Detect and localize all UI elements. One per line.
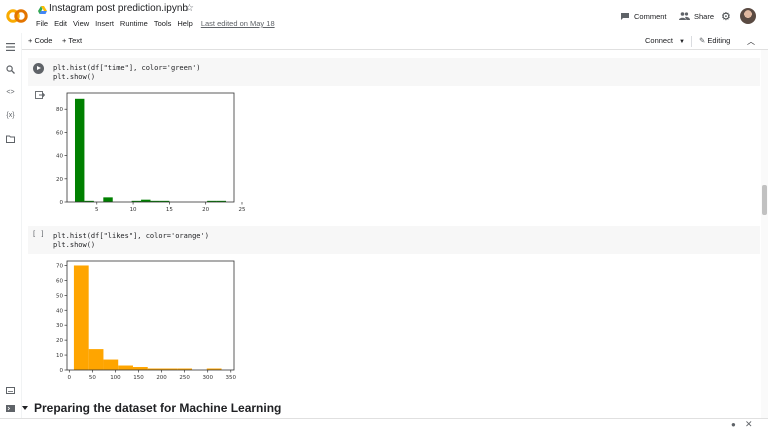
connect-label: Connect	[645, 36, 673, 45]
share-people-icon	[679, 12, 690, 20]
scrollbar-thumb[interactable]	[762, 185, 767, 215]
histogram-bar	[118, 365, 133, 370]
run-cell-button[interactable]	[33, 63, 44, 74]
output-toggle-icon[interactable]	[35, 91, 45, 101]
histogram-bar	[103, 197, 113, 202]
histogram-bar	[73, 265, 89, 370]
code-line[interactable]: plt.show()	[53, 73, 95, 82]
y-tick-label: 0	[60, 368, 64, 374]
histogram-bar	[74, 98, 85, 202]
section-title: Preparing the dataset for Machine Learni…	[34, 401, 282, 415]
menu-runtime[interactable]: Runtime	[120, 19, 148, 31]
gear-icon: ⚙	[721, 10, 731, 23]
y-tick-label: 30	[56, 323, 63, 329]
section-heading[interactable]: Preparing the dataset for Machine Learni…	[22, 400, 762, 418]
y-tick-label: 20	[56, 177, 63, 183]
folder-icon[interactable]	[5, 133, 16, 144]
menu-file[interactable]: File	[36, 19, 48, 31]
y-tick-label: 40	[56, 154, 63, 160]
comment-label: Comment	[634, 11, 667, 21]
star-icon[interactable]: ☆	[185, 3, 194, 14]
drive-icon	[38, 6, 47, 14]
x-tick-label: 300	[202, 375, 213, 381]
status-dot-icon: ●	[731, 420, 736, 429]
share-button[interactable]: Share	[679, 8, 714, 24]
search-icon[interactable]	[5, 64, 16, 75]
left-sidebar: <> {x}	[0, 33, 22, 418]
add-text-button[interactable]: + Text	[62, 36, 82, 45]
close-icon[interactable]: ✕	[745, 419, 753, 430]
add-code-button[interactable]: + Code	[28, 36, 52, 45]
histogram-bar	[88, 349, 104, 370]
x-tick-label: 150	[133, 375, 144, 381]
likes-histogram-chart: 0 50 100 150 200 250 300 350 0 10 20 30 40 50 60 70	[50, 258, 250, 383]
comment-button[interactable]: Comment	[620, 8, 667, 24]
x-tick-label: 5	[95, 207, 99, 213]
code-cell-2[interactable]: [ ] plt.hist(df["likes"], color='orange'…	[28, 226, 760, 254]
x-tick-label: 10	[130, 207, 137, 213]
cell-run-brackets[interactable]: [ ]	[32, 230, 45, 238]
pencil-icon: ✎	[699, 36, 706, 45]
code-cell-1[interactable]: plt.hist(df["time"], color='green') plt.…	[28, 58, 760, 86]
connect-button[interactable]: Connect ▼	[645, 36, 685, 45]
table-of-contents-icon[interactable]	[5, 41, 16, 52]
settings-button[interactable]: ⚙	[721, 8, 731, 24]
code-line[interactable]: plt.hist(df["time"], color='green')	[53, 64, 201, 73]
scrollbar-track[interactable]	[761, 50, 768, 418]
editing-label: Editing	[707, 36, 731, 45]
x-tick-label: 0	[68, 375, 72, 381]
y-tick-label: 50	[56, 293, 63, 299]
x-tick-label: 350	[226, 375, 237, 381]
y-tick-label: 80	[56, 107, 63, 113]
x-tick-label: 100	[110, 375, 121, 381]
x-tick-label: 25	[238, 207, 245, 213]
y-tick-label: 0	[60, 200, 64, 206]
y-tick-label: 40	[56, 308, 63, 314]
x-tick-label: 250	[179, 375, 190, 381]
menu-tools[interactable]: Tools	[154, 19, 172, 31]
toolbar-divider	[691, 36, 692, 47]
status-footer: ● ✕	[0, 418, 768, 432]
colab-logo[interactable]	[6, 7, 28, 25]
histogram-bar	[103, 359, 119, 370]
x-tick-label: 15	[166, 207, 173, 213]
menu-insert[interactable]: Insert	[95, 19, 114, 31]
menu-edit[interactable]: Edit	[54, 19, 67, 31]
time-histogram-chart: 5 10 15 20 25 0 20 40 60 80	[50, 90, 250, 215]
y-tick-label: 60	[56, 278, 63, 284]
y-tick-label: 70	[56, 263, 63, 269]
notebook-toolbar: + Code + Text Connect ▼ ✎ Editing ︿	[0, 33, 768, 50]
menu-view[interactable]: View	[73, 19, 89, 31]
y-tick-label: 60	[56, 130, 63, 136]
y-tick-label: 20	[56, 338, 63, 344]
app-header: Instagram post prediction.ipynb ☆ File E…	[0, 0, 768, 33]
notebook-title[interactable]: Instagram post prediction.ipynb	[49, 3, 188, 14]
collapse-section-icon[interactable]	[22, 406, 28, 410]
chevron-down-icon: ▼	[679, 39, 685, 45]
code-line[interactable]: plt.show()	[53, 241, 95, 250]
x-tick-label: 20	[202, 207, 209, 213]
x-tick-label: 200	[156, 375, 167, 381]
comment-icon	[621, 12, 629, 20]
menu-bar: File Edit View Insert Runtime Tools Help…	[36, 19, 281, 31]
y-tick-label: 10	[56, 353, 63, 359]
code-line[interactable]: plt.hist(df["likes"], color='orange')	[53, 232, 209, 241]
terminal-icon[interactable]	[5, 403, 16, 414]
last-edited-link[interactable]: Last edited on May 18	[201, 19, 275, 31]
command-palette-icon[interactable]	[5, 385, 16, 396]
menu-help[interactable]: Help	[177, 19, 192, 31]
avatar[interactable]	[740, 8, 756, 24]
variables-icon[interactable]: {x}	[5, 110, 16, 121]
editing-mode-button[interactable]: ✎ Editing	[699, 36, 730, 45]
plot-frame	[66, 92, 235, 203]
code-snippets-icon[interactable]: <>	[5, 87, 16, 98]
share-label: Share	[694, 11, 715, 21]
histogram-bar	[132, 367, 148, 370]
collapse-header-icon[interactable]: ︿	[747, 36, 755, 47]
x-tick-label: 50	[89, 375, 96, 381]
